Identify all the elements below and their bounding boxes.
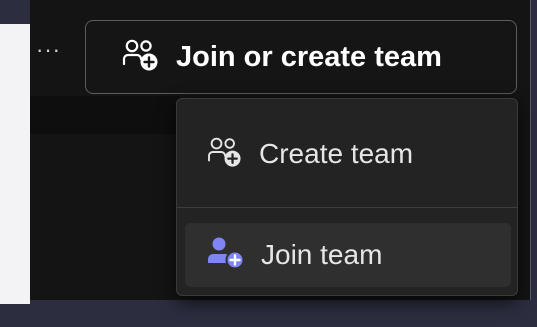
menu-item-label: Create team (259, 138, 414, 169)
menu-item-label: Join team (261, 239, 383, 270)
menu-item-create-team[interactable]: Create team (185, 117, 511, 191)
menu-divider (177, 207, 517, 208)
people-add-outline-icon (207, 136, 243, 173)
left-content-panel (0, 24, 30, 304)
people-add-icon (122, 38, 160, 77)
more-options-button[interactable]: ··· (36, 39, 66, 64)
header-strip (30, 96, 180, 134)
menu-item-join-team[interactable]: Join team (185, 223, 511, 287)
join-or-create-team-button[interactable]: Join or create team (85, 20, 517, 94)
people-add-filled-icon (207, 236, 245, 275)
join-or-create-team-label: Join or create team (176, 40, 442, 73)
screenshot-stage: ··· Join or create team Create team Join… (0, 0, 537, 327)
team-options-menu: Create team Join team (176, 98, 518, 296)
